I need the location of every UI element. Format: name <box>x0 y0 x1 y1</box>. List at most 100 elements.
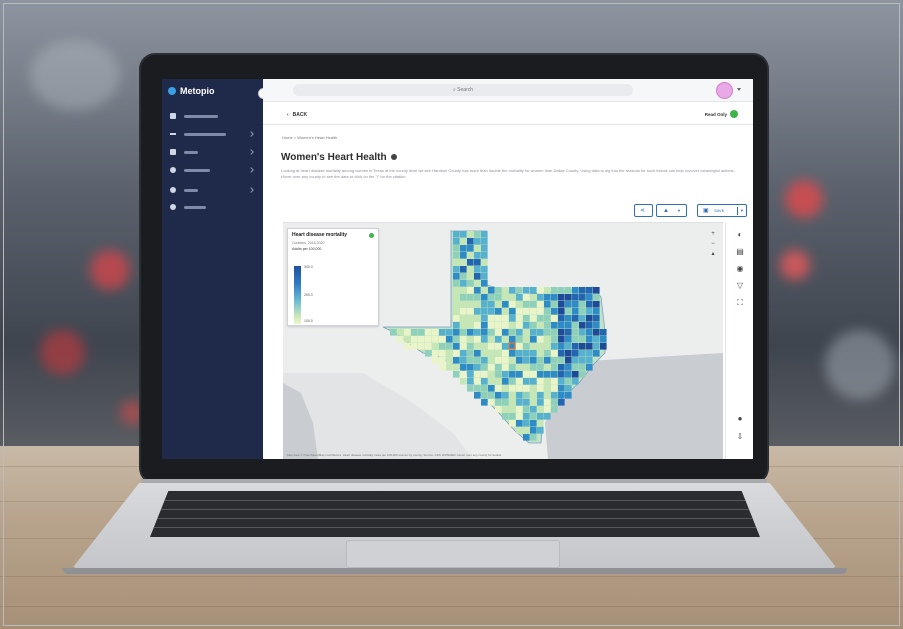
county-cell[interactable] <box>565 364 572 371</box>
county-cell[interactable] <box>467 315 474 322</box>
county-cell[interactable] <box>593 301 600 308</box>
county-cell[interactable] <box>600 329 607 336</box>
county-cell[interactable] <box>537 427 544 434</box>
county-cell[interactable] <box>565 336 572 343</box>
county-cell[interactable] <box>453 266 460 273</box>
county-cell[interactable] <box>453 259 460 266</box>
county-cell[interactable] <box>425 336 432 343</box>
county-cell[interactable] <box>460 238 467 245</box>
county-cell[interactable] <box>474 266 481 273</box>
county-cell[interactable] <box>558 329 565 336</box>
county-cell[interactable] <box>572 364 579 371</box>
county-cell[interactable] <box>516 329 523 336</box>
county-cell[interactable] <box>579 357 586 364</box>
county-cell[interactable] <box>502 357 509 364</box>
county-cell[interactable] <box>523 315 530 322</box>
county-cell[interactable] <box>572 315 579 322</box>
county-cell[interactable] <box>509 385 516 392</box>
county-cell[interactable] <box>481 238 488 245</box>
county-cell[interactable] <box>600 343 607 350</box>
county-cell[interactable] <box>453 231 460 238</box>
county-cell[interactable] <box>432 357 439 364</box>
county-cell[interactable] <box>530 336 537 343</box>
county-cell[interactable] <box>488 399 495 406</box>
county-cell[interactable] <box>544 336 551 343</box>
county-cell[interactable] <box>516 385 523 392</box>
county-cell[interactable] <box>523 336 530 343</box>
county-cell[interactable] <box>530 371 537 378</box>
county-cell[interactable] <box>453 315 460 322</box>
county-cell[interactable] <box>481 245 488 252</box>
county-cell[interactable] <box>488 392 495 399</box>
county-cell[interactable] <box>481 364 488 371</box>
county-cell[interactable] <box>544 378 551 385</box>
county-cell[interactable] <box>488 322 495 329</box>
county-cell[interactable] <box>467 266 474 273</box>
county-cell[interactable] <box>544 294 551 301</box>
county-cell[interactable] <box>453 273 460 280</box>
county-cell[interactable] <box>502 301 509 308</box>
county-cell[interactable] <box>460 329 467 336</box>
county-cell[interactable] <box>439 329 446 336</box>
county-cell[interactable] <box>474 343 481 350</box>
county-cell[interactable] <box>593 336 600 343</box>
county-cell[interactable] <box>481 315 488 322</box>
county-cell[interactable] <box>593 350 600 357</box>
county-cell[interactable] <box>530 378 537 385</box>
county-cell[interactable] <box>572 350 579 357</box>
county-cell[interactable] <box>593 329 600 336</box>
download-icon[interactable]: ⇩ <box>735 432 745 442</box>
county-cell[interactable] <box>467 378 474 385</box>
county-cell[interactable] <box>586 294 593 301</box>
county-cell[interactable] <box>460 301 467 308</box>
reset-north-button[interactable]: ▴ <box>709 249 717 259</box>
zoom-in-button[interactable]: + <box>709 229 717 239</box>
county-cell[interactable] <box>551 371 558 378</box>
county-cell[interactable] <box>565 294 572 301</box>
county-cell[interactable] <box>565 371 572 378</box>
county-cell[interactable] <box>425 329 432 336</box>
county-cell[interactable] <box>474 315 481 322</box>
county-cell[interactable] <box>509 399 516 406</box>
county-cell[interactable] <box>467 343 474 350</box>
county-cell[interactable] <box>579 350 586 357</box>
county-cell[interactable] <box>558 371 565 378</box>
county-cell[interactable] <box>544 357 551 364</box>
layers-icon[interactable]: ▤ <box>735 247 745 257</box>
county-cell[interactable] <box>509 308 516 315</box>
county-cell[interactable] <box>467 350 474 357</box>
county-cell[interactable] <box>544 350 551 357</box>
county-cell[interactable] <box>537 287 544 294</box>
county-cell[interactable] <box>544 301 551 308</box>
county-cell[interactable] <box>565 357 572 364</box>
county-cell[interactable] <box>418 329 425 336</box>
county-cell[interactable] <box>537 336 544 343</box>
county-cell[interactable] <box>523 413 530 420</box>
county-cell[interactable] <box>579 364 586 371</box>
county-cell[interactable] <box>495 385 502 392</box>
county-cell[interactable] <box>551 378 558 385</box>
breadcrumb[interactable]: Home > Women's Heart Health <box>282 135 337 140</box>
avatar[interactable] <box>716 82 733 99</box>
county-cell[interactable] <box>586 357 593 364</box>
county-cell[interactable] <box>551 399 558 406</box>
county-cell[interactable] <box>537 308 544 315</box>
county-cell[interactable] <box>523 406 530 413</box>
county-cell[interactable] <box>481 287 488 294</box>
county-cell[interactable] <box>453 350 460 357</box>
county-cell[interactable] <box>558 392 565 399</box>
county-cell[interactable] <box>481 329 488 336</box>
county-cell[interactable] <box>509 301 516 308</box>
county-cell[interactable] <box>523 301 530 308</box>
county-cell[interactable] <box>418 336 425 343</box>
county-cell[interactable] <box>530 392 537 399</box>
county-cell[interactable] <box>460 315 467 322</box>
county-cell[interactable] <box>593 308 600 315</box>
county-cell[interactable] <box>586 315 593 322</box>
county-cell[interactable] <box>523 434 530 441</box>
county-cell[interactable] <box>572 301 579 308</box>
county-cell[interactable] <box>502 378 509 385</box>
county-cell[interactable] <box>516 357 523 364</box>
county-cell[interactable] <box>593 294 600 301</box>
county-cell[interactable] <box>544 308 551 315</box>
